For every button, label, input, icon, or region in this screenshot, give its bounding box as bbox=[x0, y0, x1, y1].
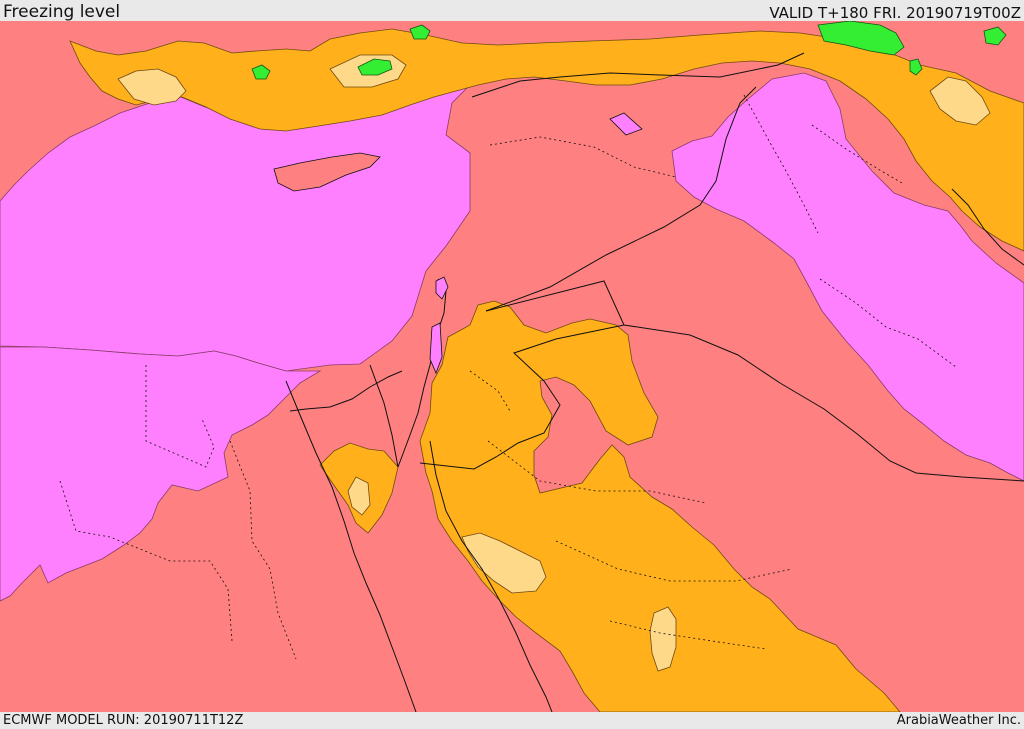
forecast-map bbox=[0, 21, 1024, 712]
credit-label: ArabiaWeather Inc. bbox=[896, 713, 1021, 728]
map-footer: ECMWF MODEL RUN: 20190711T12Z ArabiaWeat… bbox=[0, 712, 1024, 729]
valid-time-label: VALID T+180 FRI. 20190719T00Z bbox=[769, 4, 1021, 22]
freezing-level-svg bbox=[0, 21, 1024, 712]
map-title: Freezing level bbox=[3, 2, 121, 22]
map-header: Freezing level VALID T+180 FRI. 20190719… bbox=[0, 0, 1024, 22]
freezing-level-map-frame: Freezing level VALID T+180 FRI. 20190719… bbox=[0, 0, 1024, 729]
model-run-label: ECMWF MODEL RUN: 20190711T12Z bbox=[3, 713, 244, 728]
